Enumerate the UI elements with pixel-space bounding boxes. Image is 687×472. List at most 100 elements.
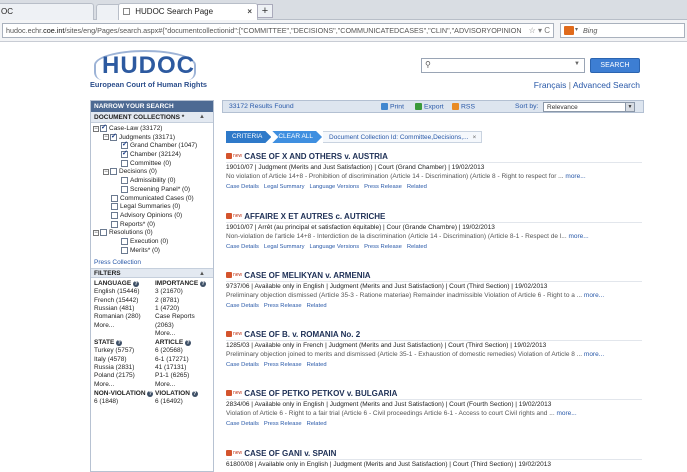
result-link[interactable]: Case Details xyxy=(226,184,259,190)
rss-button[interactable]: RSS xyxy=(452,103,475,110)
collection-tree-item[interactable]: − Resolutions (0) xyxy=(93,229,213,238)
print-button[interactable]: Print xyxy=(381,103,404,110)
collection-tree-item[interactable]: Advisory Opinions (0) xyxy=(93,211,213,221)
chevron-down-icon[interactable]: ▼ xyxy=(625,103,634,111)
case-name-link[interactable]: CASE OF GANI v. SPAIN xyxy=(244,449,336,458)
help-icon[interactable]: ? xyxy=(133,280,140,287)
search-input[interactable]: ⚲ ▼ xyxy=(421,58,585,73)
filter-option[interactable]: Russia (2831) xyxy=(94,364,152,372)
filter-option[interactable]: Romanian (280) xyxy=(94,313,152,321)
filter-option[interactable]: French (15442) xyxy=(94,297,152,305)
filter-option[interactable]: 6-1 (17271) xyxy=(155,356,213,364)
lang-french-link[interactable]: Français xyxy=(534,80,567,90)
chevron-down-icon[interactable]: ▾ xyxy=(575,24,578,37)
result-link[interactable]: Language Versions xyxy=(309,184,359,190)
case-name-link[interactable]: CASE OF B. v. ROMANIA No. 2 xyxy=(244,330,360,339)
browser-tab-previous[interactable]: OC xyxy=(0,3,94,20)
checkbox[interactable] xyxy=(111,203,118,211)
checkbox[interactable] xyxy=(111,194,118,202)
collection-filter-chip[interactable]: Document Collection Id: Committee,Decisi… xyxy=(323,131,483,143)
result-link[interactable]: Related xyxy=(307,303,327,309)
result-title[interactable]: new AFFAIRE X ET AUTRES c. AUTRICHE xyxy=(226,211,642,222)
filter-option[interactable]: 6 (20568) xyxy=(155,347,213,355)
checkbox[interactable] xyxy=(121,150,128,159)
collection-tree-item[interactable]: Merits* (0) xyxy=(93,246,213,256)
filter-option[interactable]: P1-1 (6265) xyxy=(155,372,213,380)
filter-option[interactable]: Russian (481) xyxy=(94,305,152,313)
filter-option[interactable]: Poland (2175) xyxy=(94,372,152,380)
url-controls[interactable]: ☆ ▾ C xyxy=(525,24,550,37)
more-link[interactable]: more... xyxy=(568,233,588,240)
doc-collections-header[interactable]: DOCUMENT COLLECTIONS * ▲ xyxy=(91,112,213,123)
checkbox[interactable] xyxy=(121,237,128,245)
help-icon[interactable]: ? xyxy=(116,339,123,346)
result-title[interactable]: new CASE OF GANI v. SPAIN xyxy=(226,448,642,459)
checkbox[interactable] xyxy=(111,220,118,228)
collection-tree-item[interactable]: − Decisions (0) xyxy=(93,168,213,177)
result-link[interactable]: Case Details xyxy=(226,421,259,427)
filter-option[interactable]: Case Reports xyxy=(155,313,213,321)
help-icon[interactable]: ? xyxy=(147,390,154,397)
more-link[interactable]: more... xyxy=(556,410,576,417)
result-link[interactable]: Language Versions xyxy=(309,244,359,250)
result-link[interactable]: Press Release xyxy=(264,303,302,309)
export-button[interactable]: Export xyxy=(415,103,444,110)
collection-tree-item[interactable]: Committee (0) xyxy=(93,159,213,169)
filter-option[interactable]: 3 (21670) xyxy=(155,288,213,296)
result-title[interactable]: new CASE OF X AND OTHERS v. AUSTRIA xyxy=(226,151,642,162)
close-tab-icon[interactable]: × xyxy=(247,4,252,20)
checkbox[interactable] xyxy=(100,229,107,237)
chevron-down-icon[interactable]: ▼ xyxy=(574,61,580,67)
result-link[interactable]: Legal Summary xyxy=(264,244,305,250)
search-button[interactable]: SEARCH xyxy=(590,58,640,73)
collection-tree-item[interactable]: Execution (0) xyxy=(93,237,213,247)
result-link[interactable]: Case Details xyxy=(226,303,259,309)
more-link[interactable]: more... xyxy=(584,292,604,299)
collapse-icon[interactable]: ▲ xyxy=(199,112,205,123)
result-link[interactable]: Related xyxy=(407,244,427,250)
filter-option[interactable]: 2 (8781) xyxy=(155,297,213,305)
checkbox[interactable] xyxy=(111,211,118,219)
result-link[interactable]: Press Release xyxy=(264,362,302,368)
result-link[interactable]: Press Release xyxy=(364,244,402,250)
more-link[interactable]: more... xyxy=(584,351,604,358)
collapse-toggle-icon[interactable]: − xyxy=(103,168,109,175)
result-link[interactable]: Related xyxy=(407,184,427,190)
collection-tree-item[interactable]: Screening Panel* (0) xyxy=(93,185,213,195)
checkbox[interactable] xyxy=(121,185,128,193)
checkbox[interactable] xyxy=(121,246,128,254)
case-name-link[interactable]: CASE OF X AND OTHERS v. AUSTRIA xyxy=(244,152,388,161)
new-tab-button[interactable]: + xyxy=(257,4,273,18)
url-field[interactable]: hudoc.echr.coe.int/sites/eng/Pages/searc… xyxy=(2,23,554,38)
collection-tree-item[interactable]: Grand Chamber (1047) xyxy=(93,141,213,151)
checkbox[interactable] xyxy=(100,124,107,133)
collection-tree-item[interactable]: Legal Summaries (0) xyxy=(93,203,213,212)
filter-option[interactable]: English (15446) xyxy=(94,288,152,296)
page-scrollbar[interactable] xyxy=(645,100,651,472)
press-collection-link[interactable]: Press Collection xyxy=(91,255,213,268)
result-title[interactable]: new CASE OF MELIKYAN v. ARMENIA xyxy=(226,270,642,281)
filter-option[interactable]: 6 (16492) xyxy=(155,398,213,406)
filter-option[interactable]: 1 (4720) xyxy=(155,305,213,313)
browser-search-field[interactable]: ▾ Bing xyxy=(560,23,685,38)
collection-tree-item[interactable]: Admissibility (0) xyxy=(93,177,213,186)
clear-all-chip[interactable]: CLEAR ALL xyxy=(272,131,322,143)
help-icon[interactable]: ? xyxy=(191,390,198,397)
collapse-toggle-icon[interactable]: − xyxy=(93,229,99,236)
result-link[interactable]: Related xyxy=(307,421,327,427)
checkbox[interactable] xyxy=(121,177,128,185)
collection-tree-item[interactable]: Chamber (32124) xyxy=(93,150,213,160)
help-icon[interactable]: ? xyxy=(184,339,191,346)
close-icon[interactable]: × xyxy=(472,134,476,141)
filter-option[interactable]: 6 (1848) xyxy=(94,398,152,406)
filter-option[interactable]: (2063) xyxy=(155,322,213,330)
checkbox[interactable] xyxy=(121,141,128,150)
case-name-link[interactable]: AFFAIRE X ET AUTRES c. AUTRICHE xyxy=(244,212,385,221)
filter-option[interactable]: 41 (17131) xyxy=(155,364,213,372)
result-link[interactable]: Legal Summary xyxy=(264,184,305,190)
case-name-link[interactable]: CASE OF MELIKYAN v. ARMENIA xyxy=(244,271,370,280)
case-name-link[interactable]: CASE OF PETKO PETKOV v. BULGARIA xyxy=(244,389,397,398)
result-title[interactable]: new CASE OF PETKO PETKOV v. BULGARIA xyxy=(226,388,642,399)
result-title[interactable]: new CASE OF B. v. ROMANIA No. 2 xyxy=(226,329,642,340)
checkbox[interactable] xyxy=(110,168,117,176)
